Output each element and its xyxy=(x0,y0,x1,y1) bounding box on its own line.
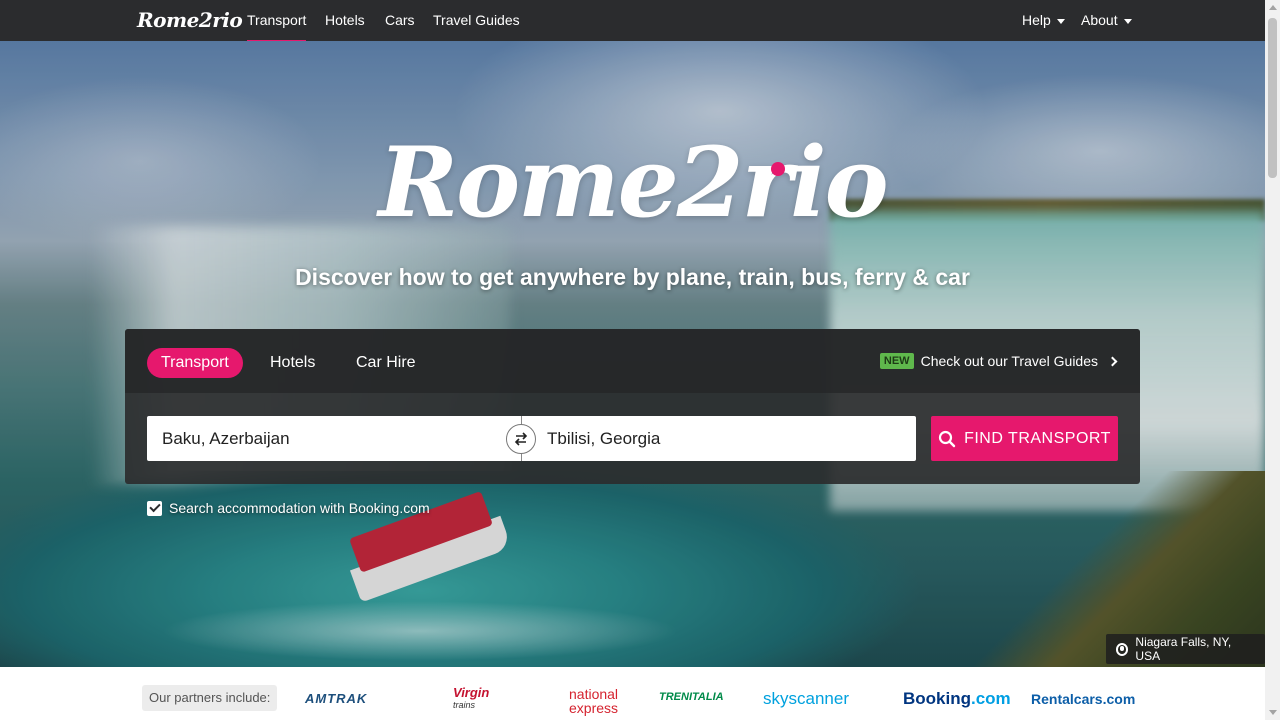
new-badge: NEW xyxy=(879,353,914,369)
nav-link-hotels[interactable]: Hotels xyxy=(325,12,365,28)
search-icon xyxy=(938,430,956,447)
promo-text: Check out our Travel Guides xyxy=(920,353,1098,369)
trenitalia-logo: TRENITALIA xyxy=(659,691,724,703)
tab-hotels[interactable]: Hotels xyxy=(256,348,329,378)
about-label: About xyxy=(1081,12,1118,28)
logo-dot xyxy=(771,162,785,176)
search-panel-header: Transport Hotels Car Hire NEW Check out … xyxy=(125,329,1140,393)
booking-logo: Booking.com xyxy=(903,689,1011,709)
tab-transport[interactable]: Transport xyxy=(147,348,243,378)
destination-input[interactable]: Tbilisi, Georgia xyxy=(521,416,916,461)
scroll-up-arrow[interactable] xyxy=(1269,5,1277,10)
accommodation-checkbox[interactable] xyxy=(147,500,162,516)
help-label: Help xyxy=(1022,12,1051,28)
scroll-down-arrow[interactable] xyxy=(1269,710,1277,715)
scroll-thumb[interactable] xyxy=(1268,18,1277,178)
chevron-right-icon xyxy=(1107,356,1118,366)
photo-location-text: Niagara Falls, NY, USA xyxy=(1135,635,1232,663)
hero-logo: Rome2rio xyxy=(378,126,888,239)
nav-link-cars[interactable]: Cars xyxy=(385,12,415,28)
about-menu[interactable]: About xyxy=(1081,12,1132,28)
origin-input[interactable]: Baku, Azerbaijan xyxy=(147,416,521,461)
hero-tagline: Discover how to get anywhere by plane, t… xyxy=(295,264,970,290)
accommodation-option[interactable]: Search accommodation with Booking.com xyxy=(147,500,430,516)
help-menu[interactable]: Help xyxy=(1022,12,1065,28)
partners-label: Our partners include: xyxy=(142,685,278,711)
globe-icon xyxy=(1116,642,1129,656)
booking-dotcom-text: .com xyxy=(971,689,1011,708)
travel-guides-promo[interactable]: NEW Check out our Travel Guides xyxy=(879,353,1118,369)
top-navbar: Rome2rio Transport Hotels Cars Travel Gu… xyxy=(0,0,1265,43)
chevron-down-icon xyxy=(1123,18,1132,24)
page-scrollbar[interactable] xyxy=(1265,0,1280,720)
photo-location-badge[interactable]: Niagara Falls, NY, USA xyxy=(1106,634,1265,664)
find-transport-label: FIND TRANSPORT xyxy=(964,429,1111,447)
swap-arrows-icon[interactable] xyxy=(506,424,536,454)
hero-background: Rome2rio Discover how to get anywhere by… xyxy=(0,41,1265,667)
virgin-trains-logo: Virgin trains xyxy=(453,685,489,710)
accommodation-checkbox-label: Search accommodation with Booking.com xyxy=(169,500,430,516)
amtrak-logo: AMTRAK xyxy=(305,691,368,706)
brand-logo[interactable]: Rome2rio xyxy=(137,8,243,32)
search-panel: Transport Hotels Car Hire NEW Check out … xyxy=(125,329,1140,484)
express-text: express xyxy=(569,700,619,716)
find-transport-button[interactable]: FIND TRANSPORT xyxy=(931,416,1118,461)
chevron-down-icon xyxy=(1056,18,1065,24)
partners-strip: Our partners include: AMTRAK Virgin trai… xyxy=(0,667,1265,720)
national-text: national xyxy=(569,686,619,702)
nav-link-travel-guides[interactable]: Travel Guides xyxy=(433,12,520,28)
national-express-logo: national express xyxy=(569,687,618,715)
booking-text: Booking xyxy=(903,689,971,708)
skyscanner-logo: skyscanner xyxy=(763,689,849,708)
rentalcars-logo: Rentalcars.com xyxy=(1031,691,1136,707)
tab-car-hire[interactable]: Car Hire xyxy=(342,348,430,378)
virgin-logo-text: Virgin xyxy=(453,685,490,700)
nav-link-transport[interactable]: Transport xyxy=(247,12,307,43)
virgin-trains-text: trains xyxy=(453,700,476,710)
swap-arrows-glyph xyxy=(514,432,528,446)
